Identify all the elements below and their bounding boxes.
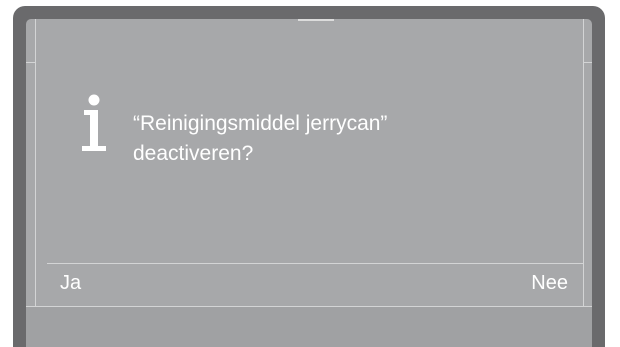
bottom-band (26, 307, 592, 347)
divider-tick-left (26, 62, 36, 63)
no-button[interactable]: Nee (531, 271, 568, 295)
message-line-1: “Reinigingsmiddel jerrycan” (133, 112, 388, 135)
display-screen: “Reinigingsmiddel jerrycan” deactiveren?… (26, 19, 592, 347)
dialog-message: “Reinigingsmiddel jerrycan” deactiveren? (133, 109, 563, 169)
device-frame: “Reinigingsmiddel jerrycan” deactiveren?… (13, 6, 605, 347)
yes-button[interactable]: Ja (60, 271, 81, 295)
divider-tick-right (583, 62, 592, 63)
top-indicator (298, 19, 334, 21)
info-icon (82, 94, 106, 151)
message-line-2: deactiveren? (133, 142, 254, 165)
softkey-separator (47, 263, 583, 264)
